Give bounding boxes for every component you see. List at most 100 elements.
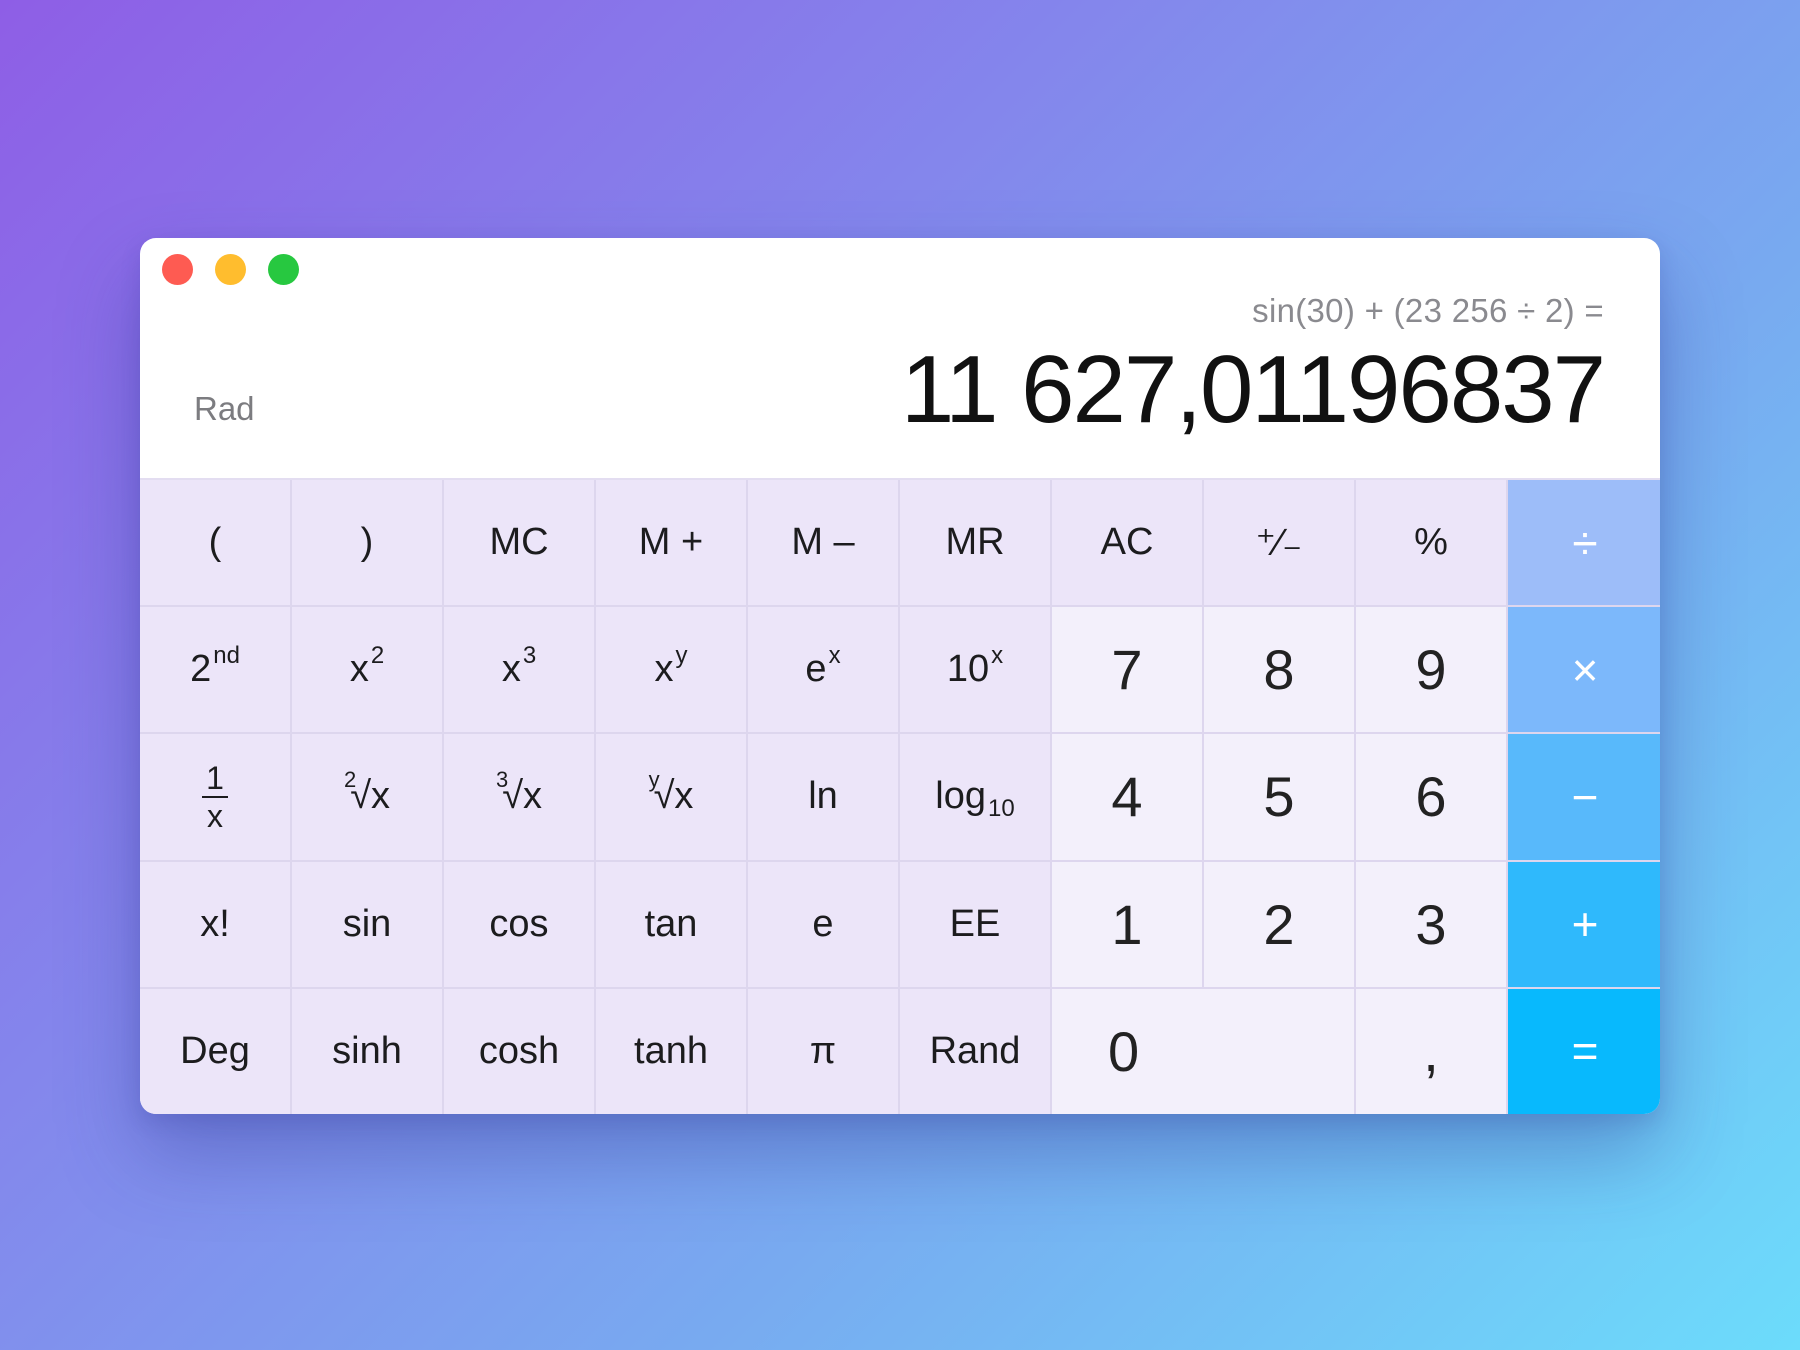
scientific-notation-button[interactable]: EE <box>900 861 1050 987</box>
key-label: 6 <box>1415 765 1447 829</box>
digit-2-button[interactable]: 2 <box>1204 861 1354 987</box>
add-button[interactable]: + <box>1508 861 1660 987</box>
display-area: sin(30) + (23 256 ÷ 2) = 11 627,01196837… <box>140 238 1660 478</box>
key-superscript: 2 <box>370 641 385 669</box>
key-label: Rand <box>929 1029 1021 1072</box>
key-label: AC <box>1100 521 1154 564</box>
equals-button[interactable]: = <box>1508 988 1660 1114</box>
degree-mode-button[interactable]: Deg <box>140 988 290 1114</box>
second-function-button[interactable]: 2nd <box>140 607 290 733</box>
key-label: % <box>1414 521 1448 564</box>
memory-clear-button[interactable]: MC <box>444 480 594 606</box>
key-label: 5 <box>1263 765 1295 829</box>
key-label: , <box>1423 1019 1439 1083</box>
x-to-y-button[interactable]: xy <box>596 607 746 733</box>
reciprocal-button[interactable]: 1 x <box>140 734 290 860</box>
key-label: 2 <box>190 648 212 691</box>
tan-button[interactable]: tan <box>596 861 746 987</box>
cos-button[interactable]: cos <box>444 861 594 987</box>
digit-8-button[interactable]: 8 <box>1204 607 1354 733</box>
square-root-button[interactable]: 2 √x <box>292 734 442 860</box>
root-index: 2 <box>343 767 357 793</box>
close-paren-button[interactable]: ) <box>292 480 442 606</box>
open-paren-button[interactable]: ( <box>140 480 290 606</box>
key-label: x <box>349 648 369 691</box>
digit-0-button[interactable]: 0 <box>1052 988 1354 1114</box>
keypad: ( ) MC M + M – MR AC ⁺∕₋ % ÷ 2nd x2 x3 x… <box>140 478 1660 1114</box>
key-label: ln <box>808 775 838 818</box>
key-label: 7 <box>1111 638 1143 702</box>
key-label: Deg <box>180 1029 250 1072</box>
all-clear-button[interactable]: AC <box>1052 480 1202 606</box>
angle-mode-indicator: Rad <box>194 390 255 427</box>
x-cubed-button[interactable]: x3 <box>444 607 594 733</box>
key-label: 8 <box>1263 638 1295 702</box>
key-label: 1 <box>1111 892 1143 956</box>
key-superscript: y <box>675 641 688 669</box>
e-to-x-button[interactable]: ex <box>748 607 898 733</box>
percent-button[interactable]: % <box>1356 480 1506 606</box>
digit-6-button[interactable]: 6 <box>1356 734 1506 860</box>
key-label: ( <box>208 521 222 564</box>
key-label: M – <box>791 521 855 564</box>
y-root-button[interactable]: y √x <box>596 734 746 860</box>
subtract-button[interactable]: − <box>1508 734 1660 860</box>
multiply-button[interactable]: × <box>1508 607 1660 733</box>
key-label: cosh <box>478 1029 560 1072</box>
key-label: π <box>809 1029 837 1072</box>
factorial-button[interactable]: x! <box>140 861 290 987</box>
result-text: 11 627,01196837 <box>900 336 1606 443</box>
digit-3-button[interactable]: 3 <box>1356 861 1506 987</box>
key-label: cos <box>489 902 549 945</box>
key-label: 4 <box>1111 765 1143 829</box>
digit-1-button[interactable]: 1 <box>1052 861 1202 987</box>
euler-e-button[interactable]: e <box>748 861 898 987</box>
key-label: ÷ <box>1572 516 1598 569</box>
pi-button[interactable]: π <box>748 988 898 1114</box>
digit-7-button[interactable]: 7 <box>1052 607 1202 733</box>
natural-log-button[interactable]: ln <box>748 734 898 860</box>
digit-5-button[interactable]: 5 <box>1204 734 1354 860</box>
plus-minus-button[interactable]: ⁺∕₋ <box>1204 480 1354 606</box>
key-label: 2 <box>1263 892 1295 956</box>
fraction-numerator: 1 <box>202 762 228 798</box>
key-label: MC <box>489 521 549 564</box>
digit-9-button[interactable]: 9 <box>1356 607 1506 733</box>
log10-button[interactable]: log 10 <box>900 734 1050 860</box>
memory-recall-button[interactable]: MR <box>900 480 1050 606</box>
memory-subtract-button[interactable]: M – <box>748 480 898 606</box>
digit-4-button[interactable]: 4 <box>1052 734 1202 860</box>
key-label: x <box>654 648 674 691</box>
decimal-button[interactable]: , <box>1356 988 1506 1114</box>
root-symbol: y √x <box>649 767 694 818</box>
key-superscript: nd <box>213 641 240 669</box>
cosh-button[interactable]: cosh <box>444 988 594 1114</box>
expression-text: sin(30) + (23 256 ÷ 2) = <box>1252 292 1604 329</box>
key-label: x! <box>200 902 230 945</box>
cube-root-button[interactable]: 3 √x <box>444 734 594 860</box>
random-button[interactable]: Rand <box>900 988 1050 1114</box>
key-superscript: x <box>828 641 841 669</box>
key-label: tan <box>644 902 698 945</box>
key-label: ⁺∕₋ <box>1255 522 1303 565</box>
key-label: − <box>1571 770 1599 823</box>
fraction-denominator: x <box>206 797 223 834</box>
key-label: + <box>1571 898 1599 951</box>
memory-add-button[interactable]: M + <box>596 480 746 606</box>
key-label: sinh <box>332 1029 402 1072</box>
ten-to-x-button[interactable]: 10 x <box>900 607 1050 733</box>
key-label: × <box>1571 643 1599 696</box>
tanh-button[interactable]: tanh <box>596 988 746 1114</box>
root-index: 3 <box>495 767 509 793</box>
key-label: sin <box>342 902 392 945</box>
sin-button[interactable]: sin <box>292 861 442 987</box>
key-label: e <box>812 902 834 945</box>
divide-button[interactable]: ÷ <box>1508 480 1660 606</box>
sinh-button[interactable]: sinh <box>292 988 442 1114</box>
key-label: M + <box>638 521 704 564</box>
key-superscript: 3 <box>522 641 537 669</box>
root-symbol: 3 √x <box>496 767 542 818</box>
key-label: ) <box>360 521 374 564</box>
x-squared-button[interactable]: x2 <box>292 607 442 733</box>
key-label: log <box>935 775 986 818</box>
